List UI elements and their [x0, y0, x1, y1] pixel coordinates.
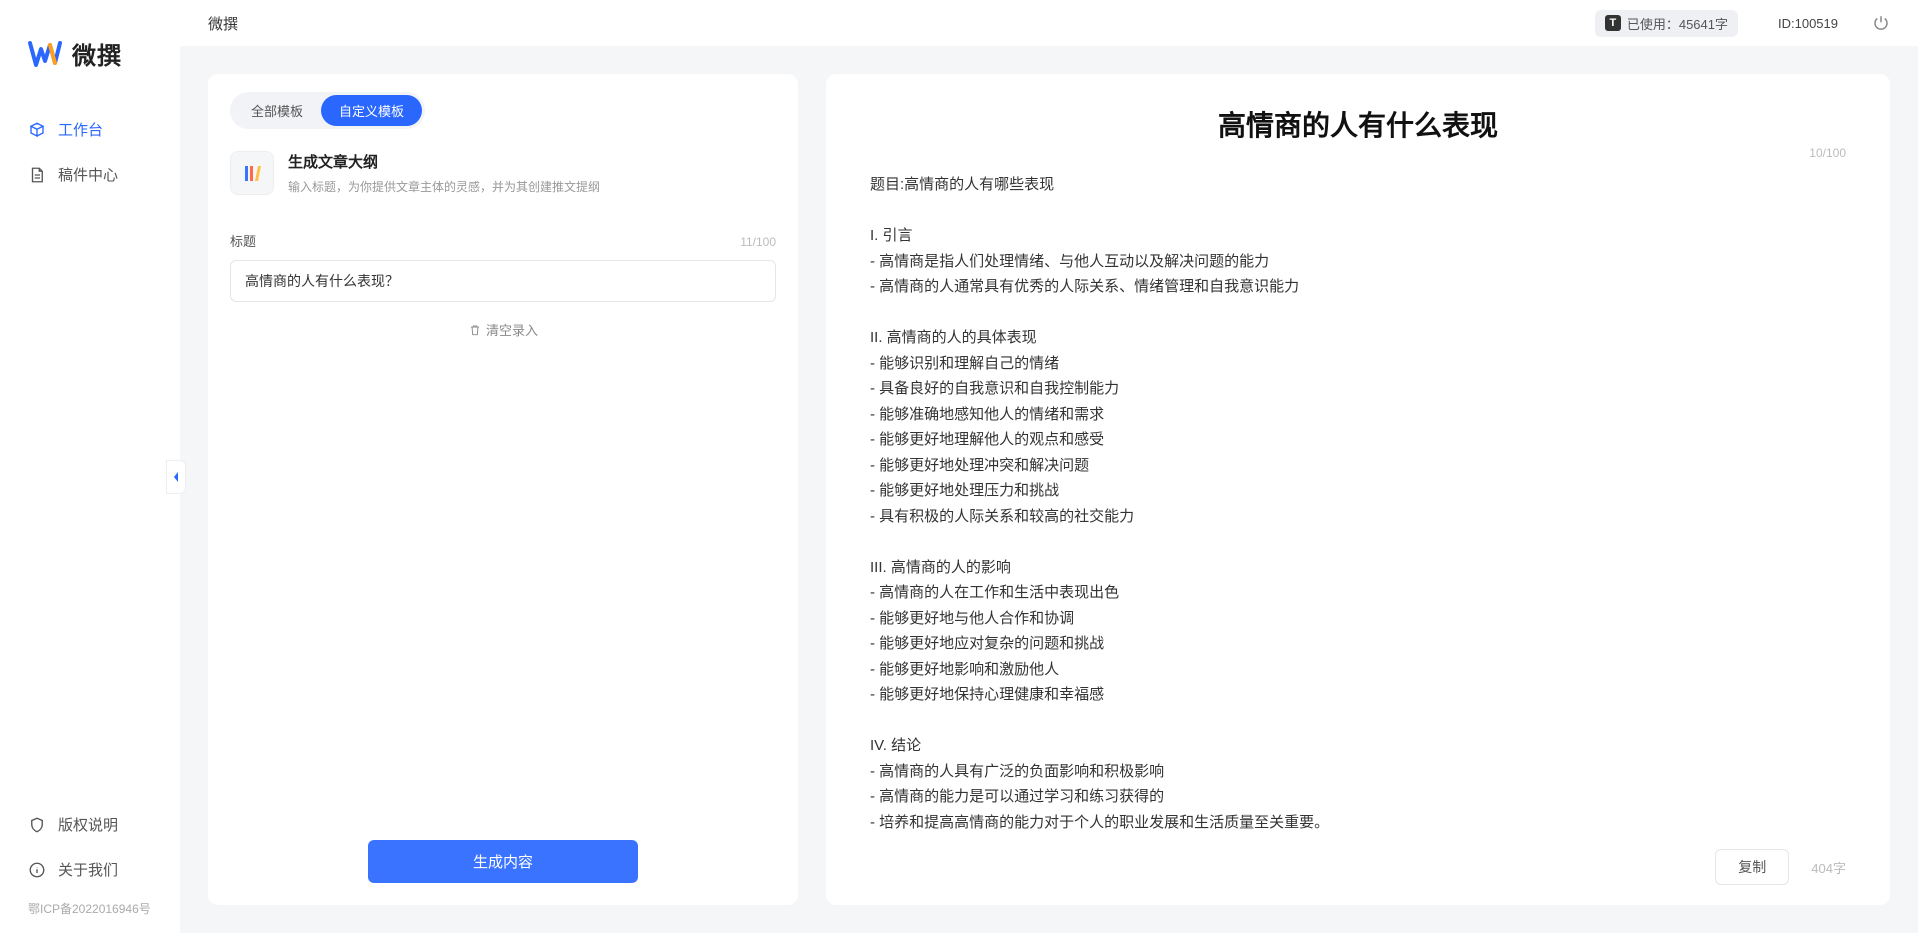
- usage-count: 45641字: [1679, 14, 1728, 33]
- panel-template: 全部模板 自定义模板 生成文章大纲 输入标题，为你提供文章主体的灵感，并为其创建…: [208, 74, 798, 905]
- usage-badge[interactable]: T 已使用： 45641字: [1595, 10, 1738, 37]
- template-desc: 输入标题，为你提供文章主体的灵感，并为其创建推文提纲: [288, 178, 600, 195]
- tab-custom-templates[interactable]: 自定义模板: [321, 95, 422, 126]
- nav-label: 关于我们: [58, 859, 118, 880]
- document-footer: 复制 404字: [870, 835, 1846, 885]
- title-counter: 11/100: [740, 235, 776, 249]
- main-area: 全部模板 自定义模板 生成文章大纲 输入标题，为你提供文章主体的灵感，并为其创建…: [180, 46, 1918, 933]
- title-input[interactable]: [230, 260, 776, 302]
- user-id: ID:100519: [1778, 16, 1838, 31]
- brand-logo: 微撰: [0, 20, 180, 107]
- nav-item-copyright[interactable]: 版权说明: [0, 802, 180, 847]
- cube-icon: [28, 121, 46, 139]
- trash-icon: [468, 323, 482, 337]
- clear-input-button[interactable]: 清空录入: [468, 320, 538, 339]
- nav-label: 稿件中心: [58, 164, 118, 185]
- template-tabs: 全部模板 自定义模板: [230, 92, 425, 129]
- usage-prefix: 已使用：: [1627, 14, 1679, 33]
- app-title: 微撰: [208, 13, 238, 34]
- nav-item-about[interactable]: 关于我们: [0, 847, 180, 892]
- nav-bottom: 版权说明 关于我们 鄂ICP备2022016946号: [0, 802, 180, 933]
- template-title: 生成文章大纲: [288, 151, 600, 172]
- panel-output: 高情商的人有什么表现 10/100 题目:高情商的人有哪些表现 I. 引言 - …: [826, 74, 1890, 905]
- nav-item-workspace[interactable]: 工作台: [0, 107, 180, 152]
- template-card: 生成文章大纲 输入标题，为你提供文章主体的灵感，并为其创建推文提纲: [230, 151, 776, 195]
- word-count: 404字: [1811, 858, 1846, 877]
- topbar: 微撰 T 已使用： 45641字 ID:100519: [180, 0, 1918, 46]
- text-count-icon: T: [1605, 15, 1621, 31]
- title-field-label: 标题: [230, 231, 256, 250]
- nav-item-drafts[interactable]: 稿件中心: [0, 152, 180, 197]
- clear-input-label: 清空录入: [486, 320, 538, 339]
- document-body[interactable]: 题目:高情商的人有哪些表现 I. 引言 - 高情商是指人们处理情绪、与他人互动以…: [870, 172, 1846, 835]
- brand-text: 微撰: [72, 36, 122, 71]
- shield-icon: [28, 816, 46, 834]
- generate-button[interactable]: 生成内容: [368, 840, 638, 883]
- copy-button[interactable]: 复制: [1715, 849, 1789, 885]
- template-thumb-icon: [230, 151, 274, 195]
- icp-text: 鄂ICP备2022016946号: [0, 892, 180, 923]
- document-icon: [28, 166, 46, 184]
- document-title[interactable]: 高情商的人有什么表现: [870, 104, 1846, 144]
- tab-all-templates[interactable]: 全部模板: [233, 95, 321, 126]
- document-title-counter: 10/100: [1809, 146, 1846, 160]
- nav-main: 工作台 稿件中心: [0, 107, 180, 197]
- power-icon[interactable]: [1872, 14, 1890, 32]
- nav-label: 工作台: [58, 119, 103, 140]
- sidebar: 微撰 工作台 稿件中心 版权说明 关于我们 鄂ICP备2: [0, 0, 180, 933]
- logo-mark-icon: [28, 39, 62, 69]
- nav-label: 版权说明: [58, 814, 118, 835]
- info-icon: [28, 861, 46, 879]
